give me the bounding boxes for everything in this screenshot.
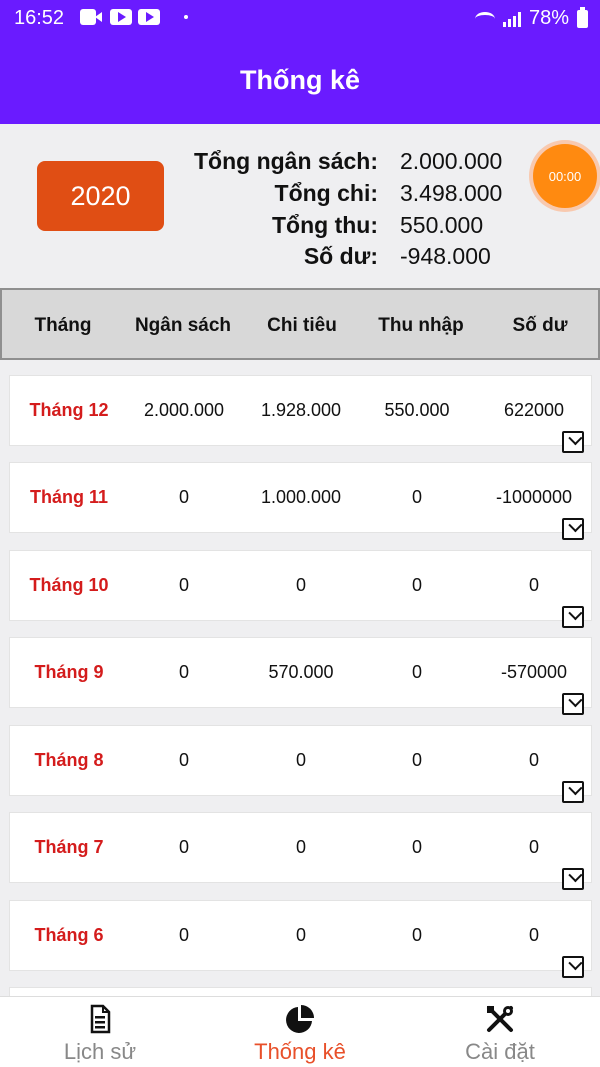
budget-cell: 0 <box>178 487 189 507</box>
budget-cell: 0 <box>178 662 189 682</box>
income-cell: 0 <box>411 575 422 595</box>
nav-label: Cài đặt <box>465 1039 535 1064</box>
youtube-icon <box>138 9 160 25</box>
budget-cell: 2.000.000 <box>143 400 225 420</box>
spending-cell: 570.000 <box>268 662 334 682</box>
battery-icon <box>577 6 588 28</box>
income-cell: 0 <box>411 925 422 945</box>
balance-cell: -570000 <box>500 662 568 682</box>
balance-cell: 0 <box>528 750 539 770</box>
month-cell: Tháng 8 <box>34 750 104 770</box>
timer-button[interactable]: 00:00 <box>533 144 597 208</box>
month-cell: Tháng 9 <box>34 662 104 682</box>
budget-cell: 0 <box>178 925 189 945</box>
month-cell: Tháng 6 <box>34 925 104 945</box>
header-income: Thu nhập <box>378 315 464 336</box>
table-row[interactable] <box>9 987 592 996</box>
table-row[interactable]: Tháng 8 0 0 0 0 <box>9 725 592 803</box>
summary-value: 3.498.000 <box>400 180 503 206</box>
more-notifications-icon <box>184 15 188 19</box>
month-cell: Tháng 12 <box>29 400 109 420</box>
balance-cell: 622000 <box>503 400 565 420</box>
page-title: Thống kê <box>240 64 360 95</box>
summary-total-budget: Tổng ngân sách: 2.000.000 <box>180 148 520 180</box>
header-balance: Số dư <box>512 315 568 336</box>
income-cell: 0 <box>411 750 422 770</box>
summary-total-income: Tổng thu: 550.000 <box>180 212 520 244</box>
income-cell: 550.000 <box>384 400 450 420</box>
balance-cell: 0 <box>528 837 539 857</box>
nav-settings[interactable]: Cài đặt <box>400 997 600 1067</box>
spending-cell: 0 <box>295 575 306 595</box>
bottom-navigation: Lịch sử Thống kê Cài đặt <box>0 996 600 1067</box>
month-cell: Tháng 7 <box>34 837 104 857</box>
nav-history[interactable]: Lịch sử <box>0 997 200 1067</box>
summary-total-spending: Tổng chi: 3.498.000 <box>180 180 520 212</box>
video-camera-icon <box>80 9 102 25</box>
document-icon <box>90 1004 111 1034</box>
table-row[interactable]: Tháng 12 2.000.000 1.928.000 550.000 622… <box>9 375 592 453</box>
balance-cell: 0 <box>528 925 539 945</box>
expand-checkbox[interactable] <box>562 781 584 803</box>
income-cell: 0 <box>411 487 422 507</box>
pie-chart-icon <box>286 1005 314 1033</box>
month-list[interactable]: Tháng 12 2.000.000 1.928.000 550.000 622… <box>0 360 600 996</box>
app-bar: Thống kê <box>0 36 600 124</box>
budget-cell: 0 <box>178 575 189 595</box>
income-cell: 0 <box>411 662 422 682</box>
summary-label: Tổng thu: <box>271 212 378 238</box>
budget-cell: 0 <box>178 837 189 857</box>
expand-checkbox[interactable] <box>562 956 584 978</box>
signal-icon <box>502 11 521 27</box>
summary-label: Tổng chi: <box>274 180 378 206</box>
notification-icons <box>80 9 188 25</box>
summary-panel: 2020 Tổng ngân sách: 2.000.000 Tổng chi:… <box>0 124 600 288</box>
youtube-icon <box>110 9 132 25</box>
table-row[interactable]: Tháng 7 0 0 0 0 <box>9 812 592 890</box>
status-right: 78% <box>474 6 588 30</box>
summary-value: -948.000 <box>400 243 491 269</box>
year-selector-button[interactable]: 2020 <box>37 161 164 231</box>
tools-icon <box>487 1006 513 1032</box>
table-header: Tháng Ngân sách Chi tiêu Thu nhập Số dư <box>0 288 600 360</box>
spending-cell: 0 <box>295 837 306 857</box>
expand-checkbox[interactable] <box>562 868 584 890</box>
wifi-icon <box>474 11 495 26</box>
nav-statistics[interactable]: Thống kê <box>200 997 400 1067</box>
month-cell: Tháng 10 <box>29 575 109 595</box>
summary-label: Tổng ngân sách: <box>194 148 378 174</box>
summary-value: 2.000.000 <box>400 148 503 174</box>
summary-balance: Số dư: -948.000 <box>180 243 520 275</box>
spending-cell: 0 <box>295 750 306 770</box>
expand-checkbox[interactable] <box>562 431 584 453</box>
header-spending: Chi tiêu <box>267 315 337 336</box>
table-row[interactable]: Tháng 6 0 0 0 0 <box>9 900 592 978</box>
status-bar: 16:52 78% <box>0 0 600 36</box>
table-row[interactable]: Tháng 10 0 0 0 0 <box>9 550 592 628</box>
spending-cell: 1.000.000 <box>260 487 342 507</box>
expand-checkbox[interactable] <box>562 693 584 715</box>
nav-label: Lịch sử <box>63 1039 137 1064</box>
balance-cell: -1000000 <box>495 487 573 507</box>
budget-cell: 0 <box>178 750 189 770</box>
spending-cell: 0 <box>295 925 306 945</box>
month-cell: Tháng 11 <box>29 487 109 507</box>
expand-checkbox[interactable] <box>562 518 584 540</box>
summary-value: 550.000 <box>400 212 484 238</box>
header-budget: Ngân sách <box>134 315 232 336</box>
balance-cell: 0 <box>528 575 539 595</box>
battery-percent: 78% <box>528 7 569 29</box>
header-month: Tháng <box>34 315 92 336</box>
summary-label: Số dư: <box>303 243 378 269</box>
status-time: 16:52 <box>14 7 65 29</box>
spending-cell: 1.928.000 <box>260 400 342 420</box>
expand-checkbox[interactable] <box>562 606 584 628</box>
table-row[interactable]: Tháng 9 0 570.000 0 -570000 <box>9 637 592 715</box>
table-row[interactable]: Tháng 11 0 1.000.000 0 -1000000 <box>9 462 592 540</box>
income-cell: 0 <box>411 837 422 857</box>
nav-label: Thống kê <box>254 1039 346 1064</box>
